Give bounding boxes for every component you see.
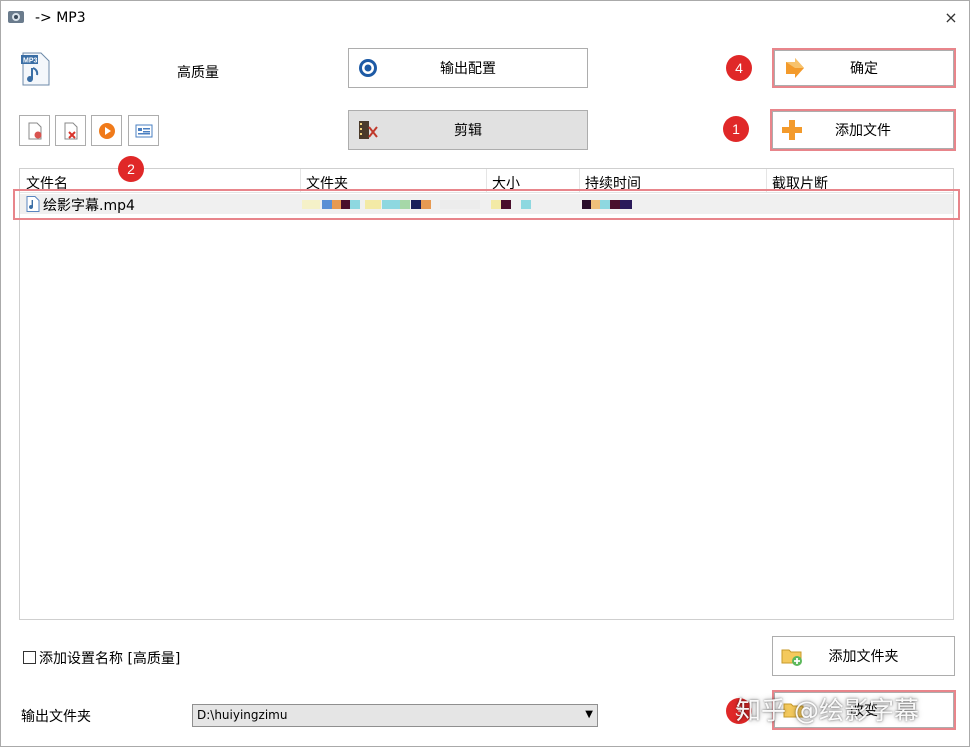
add-setting-name-label: 添加设置名称 [高质量]	[39, 651, 181, 667]
app-icon	[8, 11, 24, 23]
change-highlight	[772, 690, 956, 730]
add-file-highlight	[770, 109, 956, 151]
chevron-down-icon: ▼	[585, 709, 593, 720]
close-icon[interactable]: ×	[941, 8, 961, 28]
output-config-label: 输出配置	[440, 61, 496, 77]
step-badge-3: 3	[726, 698, 752, 724]
mp3-file-icon: MP3	[21, 52, 50, 86]
quality-label: 高质量	[177, 65, 219, 81]
step-badge-1: 1	[723, 116, 749, 142]
edit-label: 剪辑	[454, 123, 482, 139]
info-button[interactable]	[128, 115, 159, 146]
add-setting-name-checkbox[interactable]	[23, 651, 36, 664]
svg-text:MP3: MP3	[23, 58, 38, 65]
delete-button[interactable]	[55, 115, 86, 146]
play-button[interactable]	[91, 115, 122, 146]
play-icon	[99, 123, 115, 139]
ok-highlight	[772, 48, 956, 88]
add-folder-label: 添加文件夹	[828, 649, 899, 665]
output-config-button[interactable]: 输出配置	[348, 48, 588, 88]
edit-button[interactable]: 剪辑	[348, 110, 588, 150]
converter-window: -> MP3 × MP3 高质量 输出配置 剪辑 确定 4 添加文件 1 文件名…	[0, 0, 970, 747]
delete-icon	[64, 122, 78, 140]
output-folder-label: 输出文件夹	[21, 709, 91, 725]
step-badge-2: 2	[118, 156, 144, 182]
add-folder-button[interactable]: 添加文件夹	[772, 636, 955, 676]
info-icon	[135, 124, 153, 138]
step-badge-4: 4	[726, 55, 752, 81]
output-folder-select[interactable]: D:\huiyingzimu ▼	[192, 704, 598, 727]
remove-file-button[interactable]	[19, 115, 50, 146]
file-list[interactable]: 文件名 文件夹 大小 持续时间 截取片断 绘影字幕.mp4	[19, 168, 954, 620]
output-folder-value: D:\huiyingzimu	[197, 708, 288, 722]
row-highlight	[13, 189, 960, 220]
title-bar: -> MP3 ×	[1, 1, 969, 35]
remove-file-icon	[28, 122, 42, 140]
window-title: -> MP3	[35, 10, 86, 26]
